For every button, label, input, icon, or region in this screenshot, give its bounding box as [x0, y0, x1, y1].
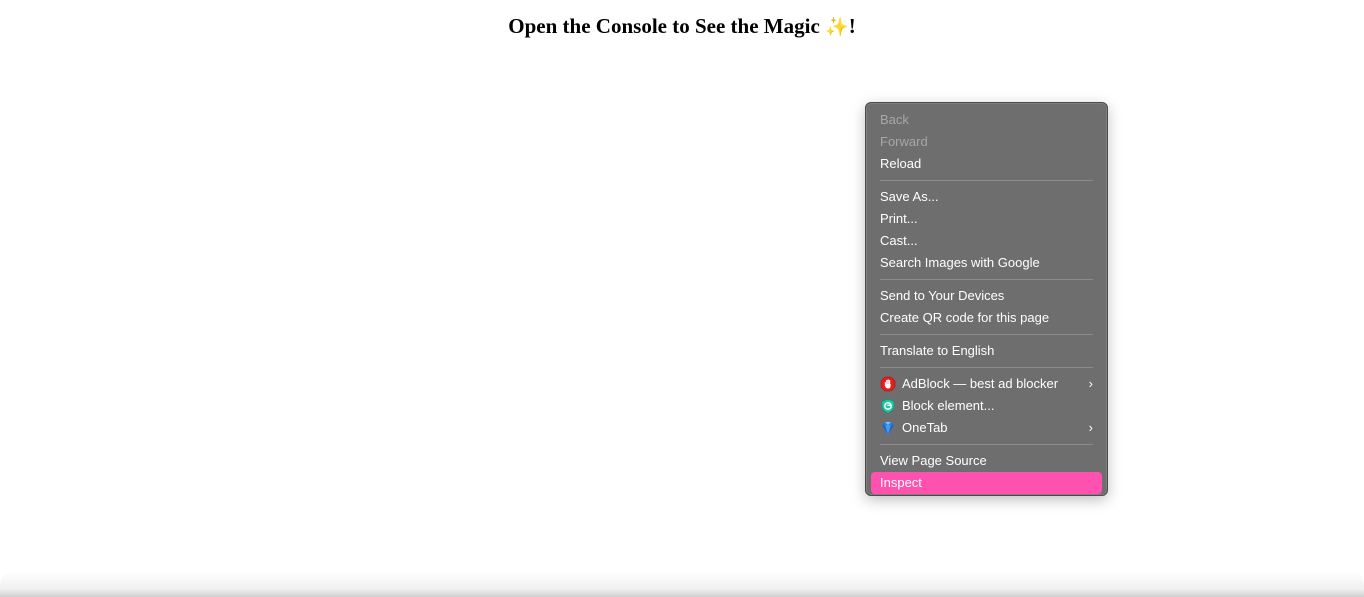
menu-item-cast[interactable]: Cast...: [871, 230, 1102, 252]
menu-item-view-page-source[interactable]: View Page Source: [871, 450, 1102, 472]
page-title: Open the Console to See the Magic ✨!: [0, 12, 1364, 41]
menu-item-block-element[interactable]: Block element...: [871, 395, 1102, 417]
menu-separator: [880, 444, 1093, 445]
adblock-hand-icon: [880, 376, 896, 392]
menu-item-adblock-label: AdBlock — best ad blocker: [902, 376, 1059, 391]
page-title-suffix: !: [848, 14, 856, 38]
page-title-text: Open the Console to See the Magic: [508, 14, 826, 38]
block-element-icon: [880, 398, 896, 414]
menu-item-onetab-label: OneTab: [902, 420, 948, 435]
menu-item-translate[interactable]: Translate to English: [871, 340, 1102, 362]
menu-item-save-as[interactable]: Save As...: [871, 186, 1102, 208]
menu-separator: [880, 180, 1093, 181]
menu-item-create-qr-code[interactable]: Create QR code for this page: [871, 307, 1102, 329]
onetab-icon: [880, 420, 896, 436]
menu-item-forward[interactable]: Forward: [871, 131, 1102, 153]
sparkles-icon: ✨: [825, 16, 849, 38]
menu-item-send-to-devices[interactable]: Send to Your Devices: [871, 285, 1102, 307]
menu-item-print[interactable]: Print...: [871, 208, 1102, 230]
context-menu: Back Forward Reload Save As... Print... …: [865, 102, 1108, 496]
menu-item-block-element-label: Block element...: [902, 398, 995, 413]
menu-item-adblock[interactable]: AdBlock — best ad blocker ›: [871, 373, 1102, 395]
window-bottom-edge: [0, 571, 1364, 597]
menu-item-back[interactable]: Back: [871, 109, 1102, 131]
menu-separator: [880, 334, 1093, 335]
menu-item-inspect[interactable]: Inspect: [871, 472, 1102, 494]
chevron-right-icon: ›: [1088, 420, 1093, 435]
menu-item-onetab[interactable]: OneTab ›: [871, 417, 1102, 439]
menu-item-search-images[interactable]: Search Images with Google: [871, 252, 1102, 274]
chevron-right-icon: ›: [1088, 376, 1093, 391]
menu-separator: [880, 279, 1093, 280]
menu-separator: [880, 367, 1093, 368]
menu-item-reload[interactable]: Reload: [871, 153, 1102, 175]
